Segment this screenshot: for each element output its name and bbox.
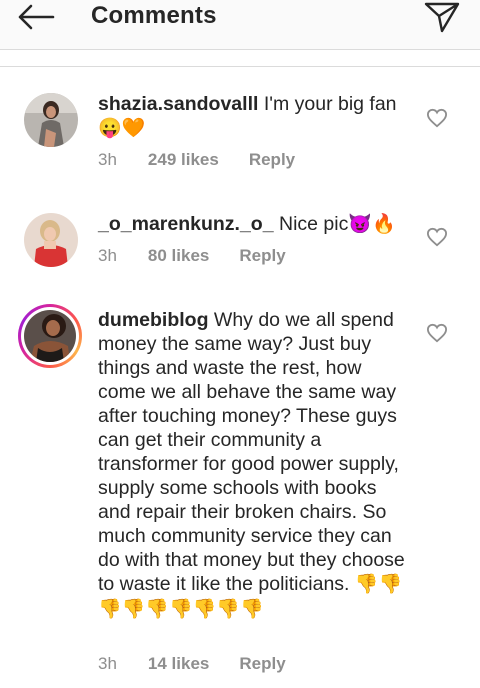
paper-plane-icon bbox=[424, 2, 460, 33]
share-button[interactable] bbox=[422, 0, 462, 34]
comment-likes[interactable]: 80 likes bbox=[148, 246, 209, 266]
comment-likes[interactable]: 14 likes bbox=[148, 654, 209, 674]
comment-body: dumebiblog Why do we all spend money the… bbox=[98, 308, 414, 622]
avatar[interactable] bbox=[18, 304, 82, 368]
comment-username[interactable]: dumebiblog bbox=[98, 309, 209, 331]
heart-icon[interactable] bbox=[426, 227, 448, 247]
comment-time: 3h bbox=[98, 150, 117, 169]
comment-body: shazia.sandovalll I'm your big fan 😛🧡 bbox=[98, 92, 418, 141]
comment-likes[interactable]: 249 likes bbox=[148, 150, 219, 170]
back-button[interactable] bbox=[12, 0, 60, 34]
avatar[interactable] bbox=[24, 93, 78, 147]
comment-time: 3h bbox=[98, 246, 117, 265]
page-title: Comments bbox=[91, 2, 217, 29]
comment-time: 3h bbox=[98, 654, 117, 673]
arrow-left-icon bbox=[18, 4, 55, 30]
comment-meta: 3h 249 likes Reply bbox=[98, 150, 295, 170]
comment-meta: 3h 14 likes Reply bbox=[98, 654, 286, 674]
comment-emoji: 😈🔥 bbox=[348, 214, 396, 235]
comment-text: Why do we all spend money the same way? … bbox=[98, 309, 405, 595]
comment-body: _o_marenkunz._o_ Nice pic😈🔥 bbox=[98, 212, 418, 237]
reply-button[interactable]: Reply bbox=[249, 150, 295, 170]
reply-button[interactable]: Reply bbox=[239, 246, 285, 266]
top-bar: Comments bbox=[0, 0, 480, 50]
comment-text: Nice pic bbox=[273, 213, 349, 235]
heart-icon[interactable] bbox=[426, 323, 448, 343]
avatar[interactable] bbox=[24, 213, 78, 267]
heart-icon[interactable] bbox=[426, 108, 448, 128]
comment-text: I'm your big fan bbox=[258, 93, 397, 115]
comment-meta: 3h 80 likes Reply bbox=[98, 246, 286, 266]
reply-button[interactable]: Reply bbox=[239, 654, 285, 674]
comment-emoji: 😛🧡 bbox=[98, 118, 146, 139]
comment-username[interactable]: _o_marenkunz._o_ bbox=[98, 213, 274, 235]
comment-username[interactable]: shazia.sandovalll bbox=[98, 93, 258, 115]
divider bbox=[0, 66, 480, 67]
